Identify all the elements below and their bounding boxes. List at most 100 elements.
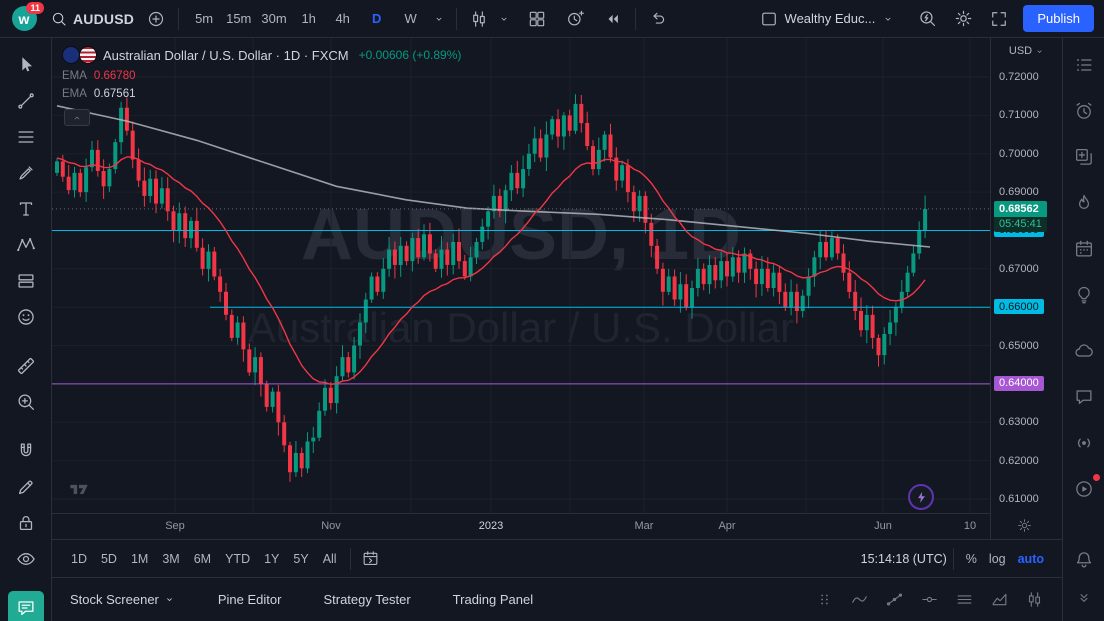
- range-1D-button[interactable]: 1D: [64, 548, 94, 570]
- tool-brush-button[interactable]: [8, 156, 44, 190]
- area-tool-button[interactable]: [990, 590, 1009, 609]
- publish-button[interactable]: Publish: [1023, 5, 1094, 32]
- candles-tool-button[interactable]: [1025, 590, 1044, 609]
- sidebar-layouts-button[interactable]: [1068, 140, 1100, 174]
- go-to-date-button[interactable]: [357, 545, 385, 573]
- curve-tool-button[interactable]: [850, 590, 869, 609]
- ema-value: 0.67561: [94, 88, 136, 100]
- legend-collapse-button[interactable]: [64, 109, 90, 126]
- layouts-icon: [1073, 146, 1095, 168]
- tab-label: Pine Editor: [218, 592, 282, 607]
- timeframe-15m-button[interactable]: 15m: [221, 6, 256, 32]
- tab-pine-editor[interactable]: Pine Editor: [218, 592, 282, 607]
- trendline-tool-button[interactable]: [885, 590, 904, 609]
- collapse-panel-button[interactable]: [1075, 589, 1093, 607]
- sidebar-community-button[interactable]: [1068, 334, 1100, 368]
- tool-lock-all-button[interactable]: [8, 506, 44, 540]
- sidebar-calendar-button[interactable]: [1068, 232, 1100, 266]
- ema-legend-row[interactable]: EMA0.67561: [62, 88, 461, 100]
- fullscreen-button[interactable]: [985, 5, 1013, 33]
- range-5Y-button[interactable]: 5Y: [286, 548, 315, 570]
- chevron-up-icon: [71, 112, 83, 124]
- streams-icon: [1073, 432, 1095, 454]
- tool-xabcd-pattern-button[interactable]: [8, 228, 44, 262]
- sidebar-watchlist-button[interactable]: [1068, 48, 1100, 82]
- timeframe-D-button[interactable]: D: [360, 6, 394, 32]
- range-All-button[interactable]: All: [316, 548, 344, 570]
- watchlist-icon: [1073, 54, 1095, 76]
- tradingview-logo-icon[interactable]: [66, 478, 92, 500]
- lightning-icon: [914, 490, 929, 505]
- tool-chat-button[interactable]: [8, 591, 44, 621]
- timeframe-dropdown-chevron-icon[interactable]: [430, 5, 448, 33]
- settings-button[interactable]: [949, 5, 977, 33]
- range-3M-button[interactable]: 3M: [155, 548, 186, 570]
- tool-magnet-button[interactable]: [8, 434, 44, 468]
- drag-handle-icon: [815, 590, 834, 609]
- chart-area[interactable]: AUDUSD, 1D Australian Dollar / U.S. Doll…: [52, 38, 1062, 577]
- tab-stock-screener[interactable]: Stock Screener: [70, 592, 176, 607]
- crosshair-tool-button[interactable]: [920, 590, 939, 609]
- range-1M-button[interactable]: 1M: [124, 548, 155, 570]
- tool-trend-line-button[interactable]: [8, 84, 44, 118]
- chart-type-button[interactable]: [465, 5, 493, 33]
- tab-strategy-tester[interactable]: Strategy Tester: [323, 592, 410, 607]
- time-axis[interactable]: SepNov2023MarAprJun10: [52, 513, 990, 540]
- bar-replay-button[interactable]: [599, 5, 627, 33]
- log-scale-button[interactable]: log: [983, 549, 1012, 569]
- sidebar-ideas-button[interactable]: [1068, 278, 1100, 312]
- add-symbol-button[interactable]: [142, 5, 170, 33]
- chart-legend: Australian Dollar / U.S. Dollar · 1D · F…: [62, 46, 461, 126]
- lightning-trade-button[interactable]: [908, 484, 934, 510]
- lock-all-icon: [15, 512, 37, 534]
- tool-edit-pencil-button[interactable]: [8, 470, 44, 504]
- undo-button[interactable]: [644, 5, 672, 33]
- user-menu-button[interactable]: w 11: [6, 4, 42, 34]
- divider: [178, 8, 179, 30]
- range-toolbar: 1D5D1M3M6MYTD1Y5YAll 15:14:18 (UTC) % lo…: [52, 539, 1062, 577]
- sidebar-notifications-button[interactable]: [1068, 543, 1100, 577]
- timeframe-1h-button[interactable]: 1h: [292, 6, 326, 32]
- sidebar-videos-button[interactable]: [1068, 472, 1100, 506]
- tool-measure-button[interactable]: [8, 349, 44, 383]
- sidebar-hotlists-button[interactable]: [1068, 186, 1100, 220]
- top-toolbar: w 11 AUDUSD 5m15m30m1h4hDW Wealthy Educ.…: [0, 0, 1104, 38]
- timeframe-5m-button[interactable]: 5m: [187, 6, 221, 32]
- layout-selector[interactable]: Wealthy Educ...: [753, 5, 902, 33]
- range-6M-button[interactable]: 6M: [187, 548, 218, 570]
- layout-grid-button[interactable]: [523, 5, 551, 33]
- chart-title[interactable]: Australian Dollar / U.S. Dollar · 1D · F…: [103, 48, 349, 63]
- price-axis[interactable]: USD 0.720000.710000.700000.690000.670000…: [990, 38, 1063, 539]
- tool-hide-drawings-button[interactable]: [8, 542, 44, 576]
- tool-fib-retracement-button[interactable]: [8, 120, 44, 154]
- timeframe-30m-button[interactable]: 30m: [256, 6, 291, 32]
- alert-button[interactable]: [561, 5, 589, 33]
- tool-emoji-button[interactable]: [8, 300, 44, 334]
- rows-tool-icon: [955, 590, 974, 609]
- price-axis-settings-icon[interactable]: [1016, 517, 1033, 534]
- ema-legend-row[interactable]: EMA0.66780: [62, 70, 461, 82]
- quick-search-button[interactable]: [913, 5, 941, 33]
- range-1Y-button[interactable]: 1Y: [257, 548, 286, 570]
- tab-trading-panel[interactable]: Trading Panel: [453, 592, 533, 607]
- sidebar-chat-button[interactable]: [1068, 380, 1100, 414]
- timeframe-4h-button[interactable]: 4h: [326, 6, 360, 32]
- currency-selector[interactable]: USD: [991, 45, 1063, 57]
- range-5D-button[interactable]: 5D: [94, 548, 124, 570]
- sidebar-alerts-button[interactable]: [1068, 94, 1100, 128]
- drag-handle-button[interactable]: [815, 590, 834, 609]
- tool-text-button[interactable]: [8, 192, 44, 226]
- symbol-search-button[interactable]: AUDUSD: [44, 5, 140, 33]
- sidebar-streams-button[interactable]: [1068, 426, 1100, 460]
- timeframe-W-button[interactable]: W: [394, 6, 428, 32]
- chart-type-chevron-icon[interactable]: [495, 5, 513, 33]
- xabcd-pattern-icon: [15, 234, 37, 256]
- clock-timezone-button[interactable]: 15:14:18 (UTC): [861, 552, 947, 566]
- tool-long-short-position-button[interactable]: [8, 264, 44, 298]
- auto-scale-button[interactable]: auto: [1012, 549, 1050, 569]
- percent-scale-button[interactable]: %: [960, 549, 983, 569]
- rows-tool-button[interactable]: [955, 590, 974, 609]
- tool-zoom-in-button[interactable]: [8, 385, 44, 419]
- range-YTD-button[interactable]: YTD: [218, 548, 257, 570]
- tool-cursor-button[interactable]: [8, 48, 44, 82]
